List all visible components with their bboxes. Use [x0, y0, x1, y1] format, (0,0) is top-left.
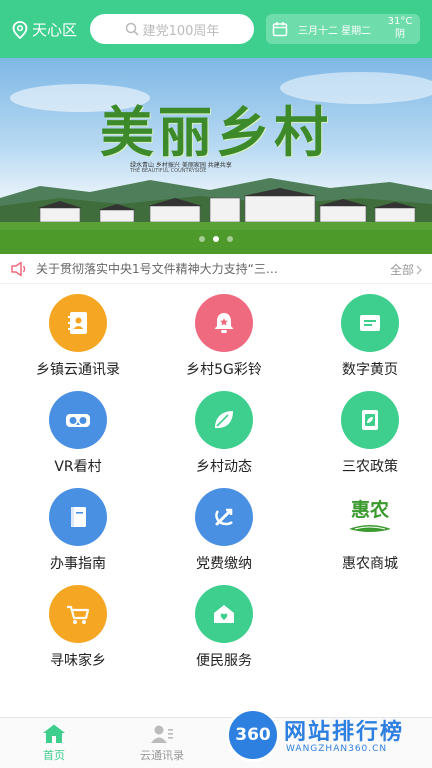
tab-contacts[interactable]: 云通讯录 [108, 718, 216, 768]
contact-icon [151, 725, 173, 743]
watermark-url: WANGZHAN360.CN [286, 744, 388, 754]
top-bar: 天心区 建党100周年 三月十二 星期二 31°C 阴 [0, 0, 432, 58]
huinong-logo-text: 惠农 [350, 499, 389, 521]
grid-item-label: 数字黄页 [342, 362, 398, 378]
vr-icon [49, 391, 107, 449]
cart-icon [49, 585, 107, 643]
grid-item-vr-village[interactable]: VR看村 [8, 385, 148, 482]
home-service-icon [195, 585, 253, 643]
grid-item-village-news[interactable]: 乡村动态 [154, 385, 294, 482]
grid-item-huinong-mall[interactable]: 惠农 惠农商城 [300, 482, 432, 579]
watermark: 360 网站排行榜 WANGZHAN360.CN [222, 706, 432, 768]
date-weather-widget[interactable]: 三月十二 星期二 31°C 阴 [266, 14, 420, 44]
feature-grid: 乡镇云通讯录 乡村5G彩铃 数字黄页 VR看村 乡村动态 三农政策 办事指南 党… [0, 288, 432, 676]
contacts-icon [49, 294, 107, 352]
search-input[interactable]: 建党100周年 [90, 14, 254, 44]
carousel-dot-active[interactable] [213, 236, 219, 242]
guide-book-icon [49, 488, 107, 546]
speaker-icon [11, 261, 26, 276]
chevron-right-icon [416, 265, 422, 274]
notice-bar[interactable]: 关于贯彻落实中央1号文件精神大力支持“三… 全部 [0, 254, 432, 284]
notice-text: 关于贯彻落实中央1号文件精神大力支持“三… [36, 262, 278, 276]
grid-item-contacts[interactable]: 乡镇云通讯录 [8, 288, 148, 385]
location-label: 天心区 [32, 21, 78, 39]
grid-item-label: 三农政策 [342, 459, 398, 475]
grid-item-yellow-pages[interactable]: 数字黄页 [300, 288, 432, 385]
grid-item-label: 乡镇云通讯录 [36, 362, 120, 378]
party-emblem-icon [195, 488, 253, 546]
grid-item-label: 便民服务 [196, 653, 252, 669]
yellow-pages-icon [341, 294, 399, 352]
banner-title: 美丽乡村 [100, 100, 332, 164]
carousel-indicator [0, 236, 432, 242]
location-pin-icon [12, 20, 28, 39]
carousel-dot[interactable] [227, 236, 233, 242]
grid-item-service-guide[interactable]: 办事指南 [8, 482, 148, 579]
carousel-dot[interactable] [199, 236, 205, 242]
weather-info: 31°C 阴 [386, 15, 414, 41]
grid-item-label: 寻味家乡 [50, 653, 106, 669]
grid-item-label: 党费缴纳 [196, 556, 252, 572]
policy-icon [341, 391, 399, 449]
grid-item-party-dues[interactable]: 党费缴纳 [154, 482, 294, 579]
banner-subtitle-en: THE BEAUTIFUL COUNTRYSIDE [130, 168, 207, 174]
tab-label: 云通讯录 [140, 749, 184, 762]
grid-item-convenience[interactable]: 便民服务 [154, 579, 294, 676]
bell-icon [195, 294, 253, 352]
grid-item-hometown-taste[interactable]: 寻味家乡 [8, 579, 148, 676]
tab-label: 首页 [43, 749, 65, 762]
search-placeholder: 建党100周年 [142, 23, 220, 39]
grid-item-label: 乡村动态 [196, 459, 252, 475]
grid-item-label: VR看村 [54, 459, 102, 475]
huinong-leaf-icon [349, 525, 391, 532]
tab-home[interactable]: 首页 [0, 718, 108, 768]
weather-desc: 阴 [395, 29, 405, 40]
banner-carousel[interactable]: 美丽乡村 绿水青山 乡村振兴 美丽家园 共建共享 THE BEAUTIFUL C… [0, 58, 432, 254]
grid-item-label: 办事指南 [50, 556, 106, 572]
home-icon [43, 724, 65, 743]
grid-item-label: 惠农商城 [342, 556, 398, 572]
notice-more-label: 全部 [389, 263, 414, 277]
watermark-badge: 360 [226, 708, 280, 762]
app-screen: 天心区 建党100周年 三月十二 星期二 31°C 阴 美丽乡村 绿水青山 乡村… [0, 0, 432, 768]
huinong-logo: 惠农 [341, 488, 399, 546]
notice-more-link[interactable]: 全部 [390, 261, 424, 278]
leaf-icon [195, 391, 253, 449]
grid-item-5g-ringtone[interactable]: 乡村5G彩铃 [154, 288, 294, 385]
date-text: 三月十二 星期二 [298, 25, 372, 37]
grid-item-label: 乡村5G彩铃 [186, 362, 262, 378]
weather-temp: 31°C [387, 16, 413, 27]
search-icon [125, 22, 139, 36]
location-selector[interactable]: 天心区 [12, 19, 77, 40]
grid-item-agri-policy[interactable]: 三农政策 [300, 385, 432, 482]
watermark-title: 网站排行榜 [284, 720, 405, 745]
calendar-icon [272, 22, 288, 37]
